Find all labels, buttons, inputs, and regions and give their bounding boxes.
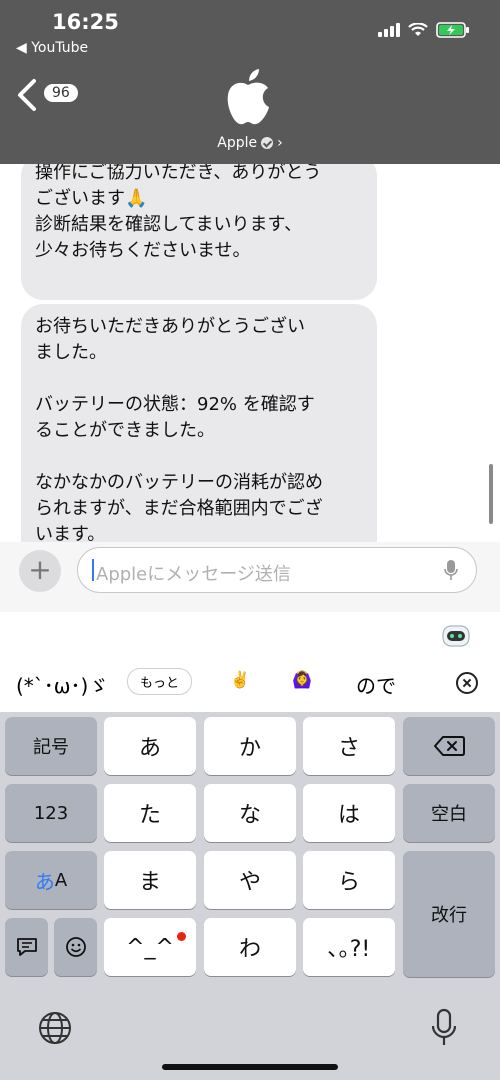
kaomoji-key[interactable]: ^_^ <box>104 918 196 976</box>
message-line <box>35 444 363 470</box>
message-line: なかなかのバッテリーの消耗が認め <box>35 472 323 493</box>
chat-header: 16:25 ◀ YouTube 96 Apple › <box>0 0 500 164</box>
kaomoji-label: ^_^ <box>126 934 174 960</box>
kana-key-ka[interactable]: か <box>204 717 296 775</box>
message-line: います。 <box>35 524 106 542</box>
globe-icon[interactable] <box>37 1010 73 1046</box>
space-key[interactable]: 空白 <box>403 784 495 842</box>
message-line: ることができました。 <box>35 420 215 441</box>
apple-logo-icon[interactable] <box>222 67 274 127</box>
unread-badge[interactable]: 96 <box>44 84 78 102</box>
message-list[interactable]: 操作にご協力いただき、ありがとう ございます🙏 診断結果を確認してまいります、 … <box>0 164 500 542</box>
add-attachment-button[interactable]: + <box>19 550 61 592</box>
home-indicator[interactable] <box>162 1064 338 1070</box>
message-line <box>35 366 363 392</box>
message-line: 少々お待ちくださいませ。 <box>35 240 251 261</box>
kana-key-ya[interactable]: や <box>204 851 296 909</box>
prediction-bar: (*`･ω･)ゞ もっと ✌️ 🙆‍♀️ ので <box>0 612 500 712</box>
message-input[interactable]: Appleにメッセージ送信 <box>77 547 477 593</box>
kana-key-ra[interactable]: ら <box>303 851 395 909</box>
kana-key-ha[interactable]: は <box>303 784 395 842</box>
mic-icon[interactable] <box>444 559 458 581</box>
memo-button[interactable] <box>5 918 48 976</box>
symbol-key[interactable]: 記号 <box>5 717 97 775</box>
prediction-emoji-ok[interactable]: 🙆‍♀️ <box>292 670 312 689</box>
message-bubble: お待ちいただきありがとうござい ました。 バッテリーの状態：92% を確認す る… <box>21 304 377 542</box>
back-to-app-link[interactable]: ◀ YouTube <box>16 40 88 56</box>
kana-key-a[interactable]: あ <box>104 717 196 775</box>
input-mode-alpha: A <box>54 869 68 891</box>
message-line: バッテリーの状態：92% を確認す <box>35 394 315 415</box>
composer-bar: + Appleにメッセージ送信 <box>0 542 500 612</box>
emoji-button[interactable] <box>54 918 97 976</box>
more-button[interactable]: もっと <box>127 668 193 695</box>
memo-icon <box>16 938 37 956</box>
message-bubble: 操作にご協力いただき、ありがとう ございます🙏 診断結果を確認してまいります、 … <box>21 164 377 300</box>
text-caret <box>92 559 94 581</box>
status-icons <box>378 22 470 38</box>
smile-icon <box>65 937 86 957</box>
message-line: お待ちいただきありがとうござい <box>35 316 305 337</box>
scroll-indicator[interactable] <box>489 464 493 524</box>
input-mode-key[interactable]: あA <box>5 851 97 909</box>
japanese-keyboard: 記号 あ か さ 123 た な は 空白 あA ま や ら 改行 ^_^ わ … <box>0 712 500 1080</box>
kana-key-ta[interactable]: た <box>104 784 196 842</box>
back-chevron-icon[interactable] <box>14 78 40 112</box>
prediction-word[interactable]: ので <box>356 670 396 699</box>
kana-key-sa[interactable]: さ <box>303 717 395 775</box>
wifi-icon <box>408 23 428 36</box>
battery-icon <box>436 22 469 38</box>
contact-chevron: › <box>277 135 283 151</box>
prediction-emoji-peace[interactable]: ✌️ <box>230 670 250 689</box>
dictation-icon[interactable] <box>430 1008 458 1048</box>
status-time: 16:25 <box>52 10 119 34</box>
message-line: 診断結果を確認してまいります、 <box>35 214 303 235</box>
contact-name: Apple <box>217 135 258 151</box>
notification-dot <box>177 932 186 941</box>
kana-key-ma[interactable]: ま <box>104 851 196 909</box>
message-line: ました。 <box>35 342 107 363</box>
message-line: ございます🙏 <box>35 188 148 209</box>
verified-icon <box>261 137 274 149</box>
prediction-kaomoji[interactable]: (*`･ω･)ゞ <box>16 670 108 699</box>
punctuation-key[interactable]: ､｡?! <box>303 918 395 976</box>
kana-key-wa[interactable]: わ <box>204 918 296 976</box>
return-key[interactable]: 改行 <box>403 851 495 977</box>
kana-key-na[interactable]: な <box>204 784 296 842</box>
delete-icon <box>434 736 465 756</box>
close-icon[interactable] <box>456 672 478 694</box>
signal-icon <box>378 23 400 37</box>
message-placeholder: Appleにメッセージ送信 <box>96 564 291 585</box>
input-mode-kana: あ <box>34 869 55 894</box>
message-line: られますが、まだ合格範囲内でござ <box>35 498 323 519</box>
number-key[interactable]: 123 <box>5 784 97 842</box>
robot-icon[interactable] <box>441 622 471 648</box>
contact-name-row[interactable]: Apple › <box>0 135 500 151</box>
message-line: 操作にご協力いただき、ありがとう <box>35 164 322 183</box>
delete-button[interactable] <box>403 717 495 775</box>
